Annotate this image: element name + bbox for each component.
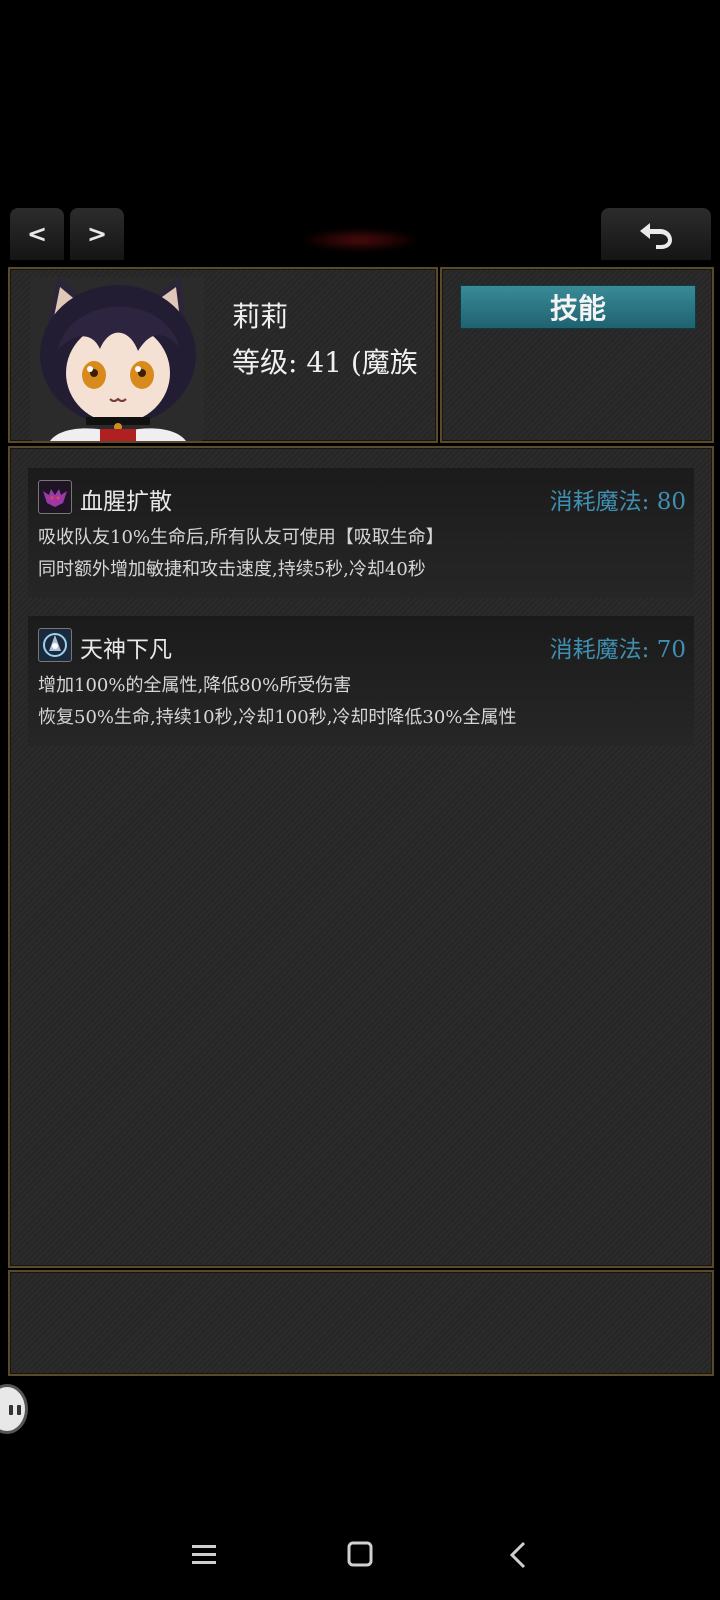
blurred-title	[300, 228, 420, 252]
home-nav-button[interactable]	[346, 1540, 374, 1568]
menu-icon	[192, 1545, 216, 1564]
home-square-icon	[347, 1541, 373, 1567]
character-level: 等级: 41 (魔族	[232, 346, 418, 379]
bottom-panel	[8, 1270, 714, 1376]
skill-desc-line1: 增加100%的全属性,降低80%所受伤害	[38, 675, 352, 696]
skill-item[interactable]: 天神下凡 消耗魔法: 70 增加100%的全属性,降低80%所受伤害 恢复50%…	[28, 616, 694, 746]
next-label: >	[86, 220, 108, 248]
cat-girl-portrait-icon	[30, 277, 204, 441]
skill-desc-line2: 恢复50%生命,持续10秒,冷却100秒,冷却时降低30%全属性	[38, 707, 517, 728]
skill-item[interactable]: 血腥扩散 消耗魔法: 80 吸收队友10%生命后,所有队友可使用【吸取生命】 同…	[28, 468, 694, 598]
prev-label: <	[26, 220, 48, 248]
undo-arrow-icon	[640, 223, 672, 249]
blood-bat-icon	[38, 480, 72, 514]
skill-cost: 消耗魔法: 80	[549, 489, 686, 515]
tab-skill[interactable]: 技能	[460, 285, 696, 329]
back-button[interactable]	[601, 208, 711, 260]
divine-descent-icon	[38, 628, 72, 662]
floating-assistant-button[interactable]	[0, 1384, 28, 1434]
prev-button[interactable]: <	[10, 208, 64, 260]
skill-name: 血腥扩散	[80, 489, 172, 515]
skill-desc-line1: 吸收队友10%生命后,所有队友可使用【吸取生命】	[38, 527, 444, 548]
character-name: 莉莉	[232, 300, 289, 333]
skill-cost: 消耗魔法: 70	[549, 637, 686, 663]
assistant-face-icon	[9, 1405, 21, 1415]
character-panel: 莉莉 等级: 41 (魔族	[8, 267, 438, 443]
back-nav-button[interactable]	[506, 1540, 530, 1570]
menu-nav-button[interactable]	[190, 1542, 218, 1568]
tab-panel: 技能	[440, 267, 714, 443]
skill-list-panel: 血腥扩散 消耗魔法: 80 吸收队友10%生命后,所有队友可使用【吸取生命】 同…	[8, 446, 714, 1268]
skill-desc-line2: 同时额外增加敏捷和攻击速度,持续5秒,冷却40秒	[38, 559, 426, 580]
tab-skill-label: 技能	[549, 292, 606, 325]
next-button[interactable]: >	[70, 208, 124, 260]
skill-name: 天神下凡	[80, 637, 172, 663]
character-portrait	[30, 277, 204, 441]
back-chevron-icon	[509, 1541, 526, 1569]
